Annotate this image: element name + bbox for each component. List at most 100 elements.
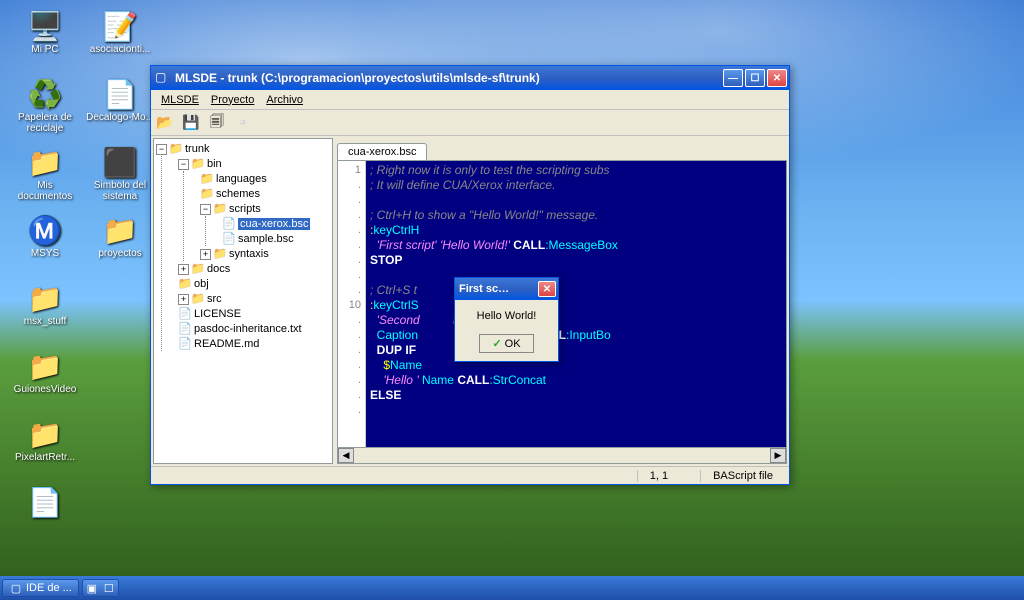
titlebar[interactable]: ▢ MLSDE - trunk (C:\programacion\proyect… [151,66,789,90]
tree-syntaxis[interactable]: syntaxis [229,248,269,260]
desktop-icon[interactable]: 🖥️Mi PC [10,10,80,70]
folder-icon: 📁 [169,142,183,155]
desktop-icon-glyph: Ⓜ️ [29,214,61,246]
tree-root[interactable]: trunk [185,143,209,155]
desktop-icon-label: asociacionti... [85,44,155,55]
tree-toggle-icon[interactable]: − [156,144,167,155]
check-icon: ✓ [492,337,501,350]
file-icon: 📄 [222,217,236,230]
menubar: MLSDE Proyecto Archivo [151,90,789,110]
file-icon: 📄 [178,337,192,350]
desktop-icon-glyph: 📁 [29,282,61,314]
desktop-icon[interactable]: ⬛Simbolo del sistema [85,146,155,206]
tree-readme[interactable]: README.md [194,338,259,350]
dialog-ok-button[interactable]: ✓OK [479,334,533,353]
desktop-icons-column-1: 🖥️Mi PC♻️Papelera de reciclaje📁Mis docum… [5,5,85,559]
message-dialog: First sc… ✕ Hello World! ✓OK [454,277,559,362]
folder-icon: 📁 [191,292,205,305]
horizontal-scrollbar[interactable]: ◀ ▶ [337,448,787,464]
tree-src[interactable]: src [207,293,222,305]
dialog-titlebar[interactable]: First sc… ✕ [455,278,558,300]
desktop-icons-column-2: 📝 asociacionti... 📄Decalogo-Mo... ⬛Simbolo … [80,5,160,287]
desktop-icon-glyph: ♻️ [29,78,61,110]
menu-proyecto[interactable]: Proyecto [205,92,260,108]
dialog-close-button[interactable]: ✕ [538,281,556,297]
scroll-left-icon[interactable]: ◀ [338,448,354,463]
taskbar[interactable]: ▢ IDE de ... ▣ ☐ [0,576,1024,600]
taskbar-app-icon: ▢ [9,581,23,595]
tree-pasdoc[interactable]: pasdoc-inheritance.txt [194,323,302,335]
window-list-icon: ☐ [102,581,116,595]
desktop-icon[interactable]: 📁Mis documentos [10,146,80,206]
minimize-button[interactable]: — [723,69,743,87]
tree-toggle-icon[interactable]: + [178,294,189,305]
desktop-icon-glyph: 📝 [104,10,136,42]
app-icon: ▢ [155,70,171,86]
scroll-right-icon[interactable]: ▶ [770,448,786,463]
tree-cua-xerox[interactable]: cua-xerox.bsc [238,218,310,230]
menu-archivo[interactable]: Archivo [260,92,309,108]
tree-docs[interactable]: docs [207,263,230,275]
folder-icon: 📁 [178,277,192,290]
folder-icon: 📁 [200,187,214,200]
status-cursor-pos: 1, 1 [637,470,680,482]
tree-toggle-icon[interactable]: + [200,249,211,260]
toolbar: 📂 💾 🗐 ▫️ [151,110,789,136]
statusbar: 1, 1 BAScript file [151,466,789,484]
folder-icon: 📁 [191,157,205,170]
tree-toggle-icon[interactable]: − [200,204,211,215]
scroll-track[interactable] [354,448,770,463]
desktop[interactable]: 🖥️Mi PC♻️Papelera de reciclaje📁Mis docum… [0,0,1024,600]
editor-tab[interactable]: cua-xerox.bsc [337,143,427,160]
desktop-icon-label: GuionesVideo [10,384,80,395]
menu-mlsde[interactable]: MLSDE [155,92,205,108]
ide-window: ▢ MLSDE - trunk (C:\programacion\proyect… [150,65,790,485]
desktop-icon-glyph: ⬛ [104,146,136,178]
toolbar-save-icon[interactable]: 💾 [181,113,201,133]
desktop-icon-glyph: 📄 [104,78,136,110]
project-tree[interactable]: −📁trunk −📁bin 📁languages 📁schemes −📁scri… [153,138,333,464]
desktop-icon[interactable]: 📁proyectos [85,214,155,274]
folder-icon: 📁 [213,247,227,260]
window-title: MLSDE - trunk (C:\programacion\proyectos… [175,71,723,85]
folder-icon: 📁 [213,202,227,215]
tree-toggle-icon[interactable]: + [178,264,189,275]
toolbar-run-icon[interactable]: ▫️ [233,113,253,133]
code-editor[interactable]: 1........10....... ; Right now it is onl… [337,160,787,448]
tree-sample[interactable]: sample.bsc [238,233,294,245]
maximize-button[interactable]: ☐ [745,69,765,87]
toolbar-save-all-icon[interactable]: 🗐 [207,113,227,133]
desktop-icon-label: Simbolo del sistema [85,180,155,202]
taskbar-app-button[interactable]: ▢ IDE de ... [2,579,79,597]
file-icon: 📄 [178,307,192,320]
tree-license[interactable]: LICENSE [194,308,241,320]
file-icon: 📄 [222,232,236,245]
toolbar-open-icon[interactable]: 📂 [155,113,175,133]
tree-bin[interactable]: bin [207,158,222,170]
desktop-icon-glyph: 🖥️ [29,10,61,42]
desktop-icon-glyph: 📁 [29,146,61,178]
desktop-icon-label: Mis documentos [10,180,80,202]
desktop-icon[interactable]: 📄Decalogo-Mo... [85,78,155,138]
desktop-icon-label: MSYS [10,248,80,259]
file-icon: 📄 [178,322,192,335]
desktop-icon[interactable]: ♻️Papelera de reciclaje [10,78,80,138]
desktop-icon-label: PixelartRetr... [10,452,80,463]
code-content[interactable]: ; Right now it is only to test the scrip… [366,161,786,447]
desktop-icon[interactable]: Ⓜ️ MSYS [10,214,80,274]
tree-scripts[interactable]: scripts [229,203,261,215]
folder-icon: 📁 [191,262,205,275]
desktop-icon[interactable]: 📁 GuionesVideo [10,350,80,410]
desktop-icon[interactable]: 📝 asociacionti... [85,10,155,70]
editor-panel: cua-xerox.bsc 1........10....... ; Right… [337,138,787,464]
desktop-icon[interactable]: 📄 [10,486,80,546]
close-button[interactable]: ✕ [767,69,787,87]
desktop-icon[interactable]: 📁msx_stuff [10,282,80,342]
tree-languages[interactable]: languages [216,173,267,185]
taskbar-show-desktop[interactable]: ▣ ☐ [82,579,119,597]
desktop-icon-glyph: 📁 [29,350,61,382]
desktop-icon[interactable]: 📁PixelartRetr... [10,418,80,478]
tree-schemes[interactable]: schemes [216,188,260,200]
tree-toggle-icon[interactable]: − [178,159,189,170]
tree-obj[interactable]: obj [194,278,209,290]
